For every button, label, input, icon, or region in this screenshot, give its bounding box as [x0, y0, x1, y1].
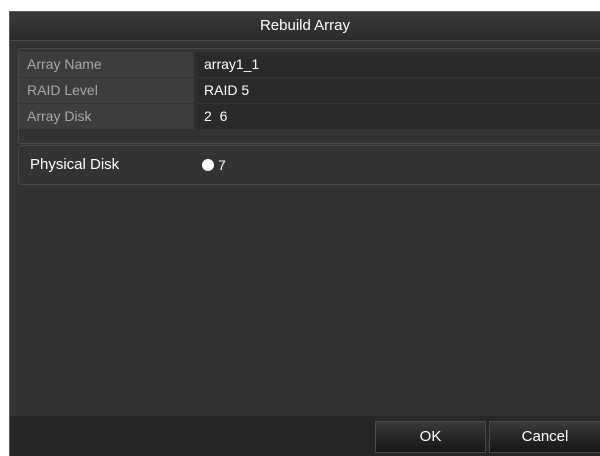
physical-disk-number: 7 [218, 157, 226, 173]
array-disk-label: Array Disk [19, 104, 195, 129]
ok-button[interactable]: OK [375, 421, 486, 453]
radio-selected-icon[interactable] [202, 159, 214, 172]
physical-disk-label: Physical Disk [30, 156, 120, 173]
array-disk-value: 2 6 [196, 104, 600, 129]
array-name-label: Array Name [19, 52, 195, 77]
physical-disk-option-7[interactable]: 7 [202, 146, 226, 184]
raid-level-value: RAID 5 [196, 78, 600, 103]
array-name-row: Array Name array1_1 [19, 52, 600, 77]
physical-disk-panel: Physical Disk 7 [18, 145, 600, 185]
cancel-button[interactable]: Cancel [489, 421, 600, 453]
array-disk-row: Array Disk 2 6 [19, 104, 600, 129]
raid-level-row: RAID Level RAID 5 [19, 78, 600, 103]
array-name-value: array1_1 [196, 52, 600, 77]
dialog-footer: OK Cancel [10, 416, 600, 456]
rebuild-array-dialog: Rebuild Array Array Name array1_1 RAID L… [9, 11, 600, 456]
dialog-title: Rebuild Array [10, 12, 600, 41]
raid-level-label: RAID Level [19, 78, 195, 103]
array-info-panel: Array Name array1_1 RAID Level RAID 5 Ar… [18, 48, 600, 144]
